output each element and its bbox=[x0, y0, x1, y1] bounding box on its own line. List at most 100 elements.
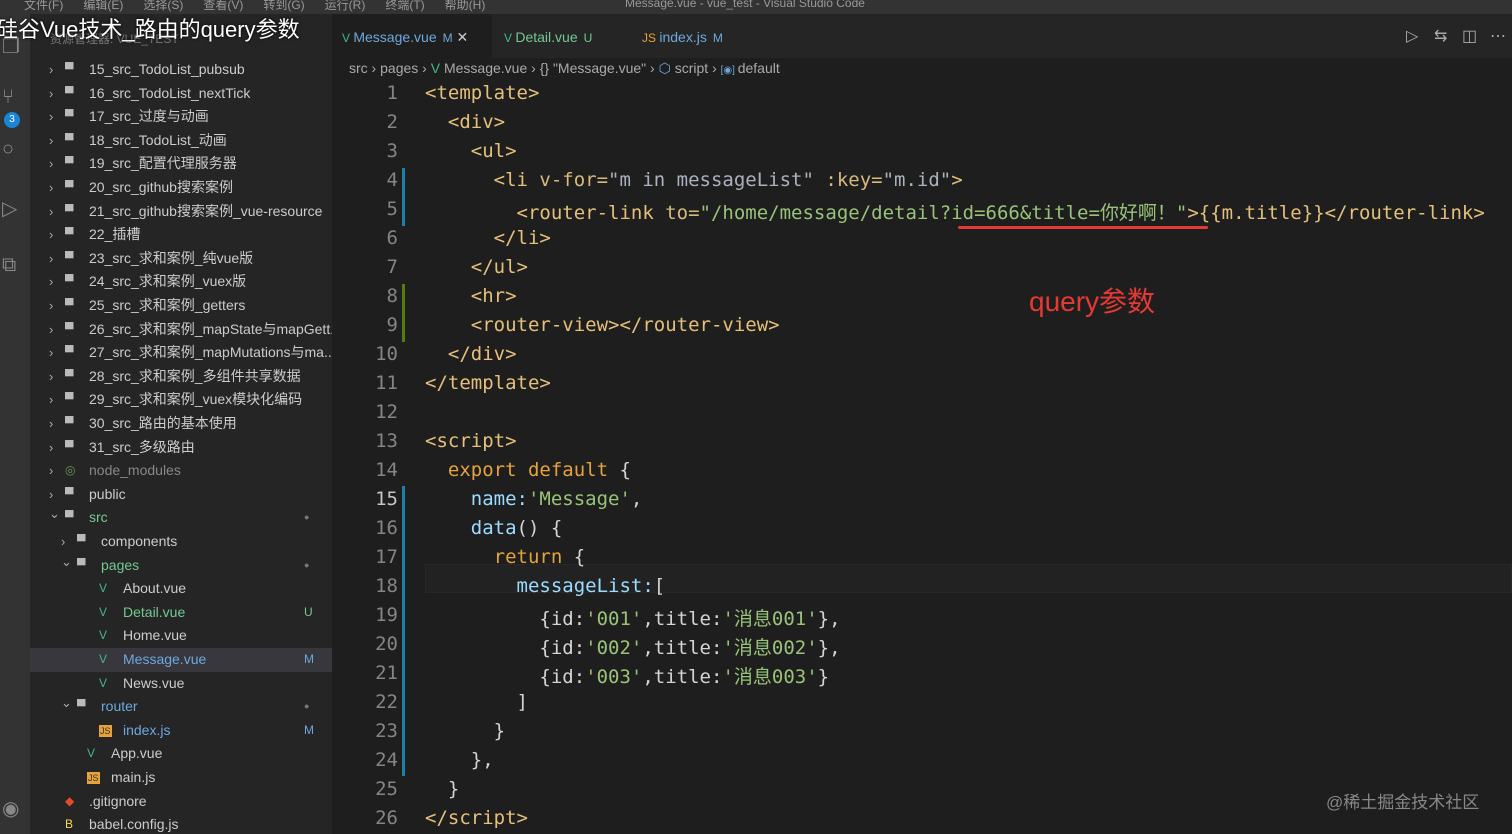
run-debug-icon[interactable]: ▷ bbox=[2, 196, 17, 221]
breadcrumb-item[interactable]: Message.vue bbox=[444, 60, 527, 76]
chevron-right-icon[interactable]: › bbox=[49, 152, 53, 176]
code-editor[interactable]: 1 <template> 2 <div> 3 <ul> 4 <li v-for="m i… bbox=[332, 80, 1512, 834]
chevron-right-icon[interactable]: › bbox=[49, 388, 53, 412]
tree-item[interactable]: › ▀ 17_src_过度与动画 bbox=[30, 105, 332, 129]
account-icon[interactable]: ◉ bbox=[2, 796, 19, 821]
code-token: >{{m.title}}</router-link> bbox=[1187, 202, 1485, 224]
tree-item[interactable]: › ▀ 15_src_TodoList_pubsub bbox=[30, 58, 332, 82]
scm-badge: 3 bbox=[4, 112, 20, 128]
tree-item[interactable]: › ▀ components bbox=[30, 530, 332, 554]
chevron-right-icon[interactable]: › bbox=[49, 58, 53, 82]
more-icon[interactable]: ⋯ bbox=[1490, 26, 1506, 46]
tree-item[interactable]: › ◎ node_modules bbox=[30, 459, 332, 483]
chevron-right-icon[interactable]: › bbox=[49, 318, 53, 342]
tree-item-label: Home.vue bbox=[123, 627, 187, 644]
breadcrumb-item[interactable]: script bbox=[675, 60, 708, 76]
breadcrumb-item[interactable]: pages bbox=[380, 60, 418, 76]
tree-item[interactable]: V About.vue bbox=[30, 577, 332, 601]
line-number: 8 bbox=[386, 285, 398, 307]
search-icon[interactable]: ○ bbox=[2, 138, 14, 161]
tree-item[interactable]: › ▀ 27_src_求和案例_mapMutations与ma... bbox=[30, 341, 332, 365]
tree-item[interactable]: ⌄ ▀ router ● bbox=[30, 695, 332, 719]
tree-item[interactable]: Bbabel.config.js bbox=[30, 813, 332, 834]
tree-item[interactable]: › ▀ 21_src_github搜索案例_vue-resource bbox=[30, 200, 332, 224]
menu-item[interactable]: 终端(T) bbox=[385, 0, 424, 13]
tree-item-label: 15_src_TodoList_pubsub bbox=[89, 61, 245, 77]
tree-item[interactable]: V App.vue bbox=[30, 742, 332, 766]
tab-detail-vue[interactable]: V Detail.vue U bbox=[494, 14, 632, 58]
tree-item[interactable]: ⌄ ▀ src ● bbox=[30, 506, 332, 530]
tree-item[interactable]: V Home.vue bbox=[30, 624, 332, 648]
chevron-right-icon[interactable]: › bbox=[49, 412, 53, 436]
menu-item[interactable]: 帮助(H) bbox=[445, 0, 486, 13]
chevron-right-icon[interactable]: › bbox=[49, 436, 53, 460]
tree-item-label: App.vue bbox=[111, 745, 163, 762]
chevron-right-icon[interactable]: › bbox=[49, 365, 53, 389]
chevron-down-icon[interactable]: ⌄ bbox=[49, 506, 60, 526]
chevron-right-icon[interactable]: › bbox=[49, 270, 53, 294]
chevron-right-icon[interactable]: › bbox=[49, 459, 53, 483]
breadcrumb-item[interactable]: {} "Message.vue" bbox=[540, 60, 646, 76]
chevron-right-icon[interactable]: › bbox=[49, 105, 53, 129]
tree-item[interactable]: › ▀ 22_插槽 bbox=[30, 223, 332, 247]
breadcrumb-item[interactable]: src bbox=[349, 60, 368, 76]
git-status: ● bbox=[304, 559, 310, 570]
tree-item-label: 30_src_路由的基本使用 bbox=[89, 415, 237, 431]
chevron-right-icon[interactable]: › bbox=[49, 82, 53, 106]
close-icon[interactable]: ✕ bbox=[453, 29, 469, 45]
tree-item[interactable]: V Message.vue M bbox=[30, 648, 332, 672]
tab-index-js[interactable]: JS index.js M bbox=[632, 14, 770, 58]
tree-item[interactable]: ⌄ ▀ pages ● bbox=[30, 554, 332, 578]
line-number: 17 bbox=[375, 546, 398, 568]
chevron-right-icon[interactable]: › bbox=[49, 341, 53, 365]
code-token: <div> bbox=[425, 111, 506, 133]
compare-icon[interactable]: ⇆ bbox=[1434, 26, 1447, 46]
split-editor-icon[interactable]: ◫ bbox=[1462, 26, 1477, 46]
line-number: 15 bbox=[375, 488, 398, 510]
code-token: '001' bbox=[585, 608, 643, 630]
source-control-icon[interactable]: ⑂ bbox=[2, 86, 14, 109]
tree-item[interactable]: › ▀ public bbox=[30, 483, 332, 507]
folder-icon: ▀ bbox=[65, 203, 74, 218]
run-icon[interactable]: ▷ bbox=[1406, 26, 1418, 46]
tree-item[interactable]: › ▀ 30_src_路由的基本使用 bbox=[30, 412, 332, 436]
tree-item[interactable]: › ▀ 20_src_github搜索案例 bbox=[30, 176, 332, 200]
chevron-right-icon[interactable]: › bbox=[49, 129, 53, 153]
code-token: "m.id" bbox=[882, 169, 952, 191]
tree-item[interactable]: › ▀ 25_src_求和案例_getters bbox=[30, 294, 332, 318]
tree-item[interactable]: › ▀ 26_src_求和案例_mapState与mapGett... bbox=[30, 318, 332, 342]
tree-item[interactable]: › ▀ 31_src_多级路由 bbox=[30, 436, 332, 460]
code-token: {id: bbox=[425, 666, 586, 688]
tree-item-label: 16_src_TodoList_nextTick bbox=[89, 84, 251, 101]
tree-item[interactable]: › ▀ 29_src_求和案例_vuex模块化编码 bbox=[30, 388, 332, 412]
breadcrumb-item[interactable]: default bbox=[738, 60, 780, 76]
tree-item[interactable]: V News.vue bbox=[30, 672, 332, 696]
tree-item[interactable]: JS index.js M bbox=[30, 719, 332, 743]
chevron-right-icon[interactable]: › bbox=[61, 530, 65, 554]
chevron-right-icon[interactable]: › bbox=[49, 294, 53, 318]
tree-item[interactable]: V Detail.vue U bbox=[30, 601, 332, 625]
chevron-right-icon[interactable]: › bbox=[49, 223, 53, 247]
tree-item[interactable]: JS main.js bbox=[30, 766, 332, 790]
chevron-down-icon[interactable]: ⌄ bbox=[61, 554, 72, 574]
tab-message-vue[interactable]: V Message.vue M ✕ bbox=[332, 14, 492, 58]
chevron-right-icon[interactable]: › bbox=[49, 176, 53, 200]
chevron-down-icon[interactable]: ⌄ bbox=[61, 695, 72, 715]
tree-item[interactable]: › ▀ 24_src_求和案例_vuex版 bbox=[30, 270, 332, 294]
folder-icon: ▀ bbox=[65, 62, 74, 76]
chevron-right-icon[interactable]: › bbox=[49, 483, 53, 507]
tree-item-label: main.js bbox=[111, 769, 156, 785]
tree-item[interactable]: ◆ .gitignore bbox=[30, 790, 332, 814]
vue-file-icon: V bbox=[99, 581, 108, 596]
chevron-right-icon[interactable]: › bbox=[49, 200, 53, 224]
code-line: {id:'003',title:'消息003'} bbox=[425, 662, 829, 689]
tree-item[interactable]: › ▀ 19_src_配置代理服务器 bbox=[30, 152, 332, 176]
menu-item[interactable]: 运行(R) bbox=[325, 0, 366, 13]
extensions-icon[interactable]: ⧉ bbox=[2, 254, 16, 277]
code-token: } bbox=[425, 720, 506, 742]
tree-item[interactable]: › ▀ 23_src_求和案例_纯vue版 bbox=[30, 247, 332, 271]
tree-item[interactable]: › ▀ 28_src_求和案例_多组件共享数据 bbox=[30, 365, 332, 389]
tree-item[interactable]: › ▀ 18_src_TodoList_动画 bbox=[30, 129, 332, 153]
chevron-right-icon[interactable]: › bbox=[49, 247, 53, 271]
tree-item[interactable]: › ▀ 16_src_TodoList_nextTick bbox=[30, 82, 332, 106]
